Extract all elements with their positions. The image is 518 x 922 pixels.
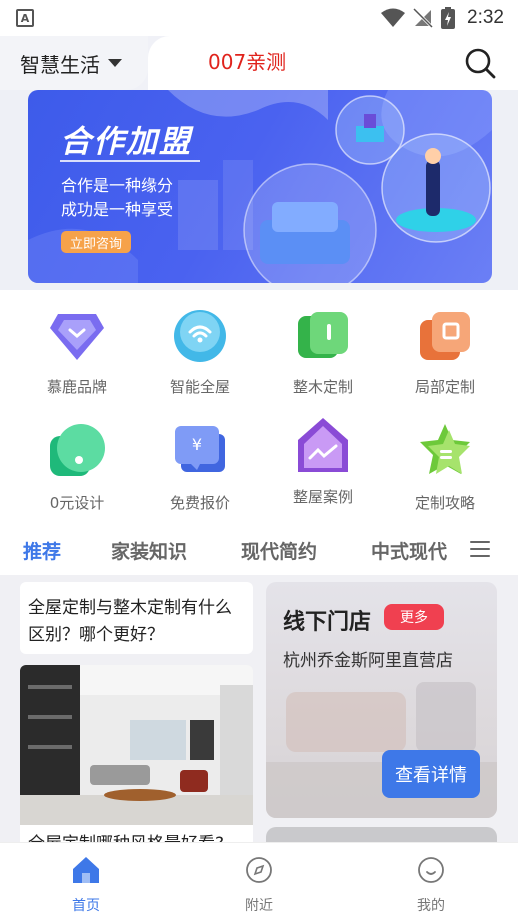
nav-mine[interactable]: 我的: [381, 855, 481, 915]
svg-text:¥: ¥: [192, 435, 202, 454]
header: 智慧生活 007亲测: [0, 36, 518, 90]
content-feed: 全屋定制与整木定制有什么区别？哪个更好？ 全屋定制哪种风格最好看? 线下门店 更…: [0, 575, 518, 845]
home-icon: [73, 857, 99, 883]
menu-bar: [470, 541, 490, 543]
tab-modern-minimal[interactable]: 现代简约: [241, 537, 317, 564]
banner-subtitle-1: 合作是一种缘分: [61, 176, 174, 195]
offline-store-card[interactable]: 线下门店 更多 杭州乔金斯阿里直营店 查看详情: [266, 582, 497, 818]
status-bar: A 2:32: [0, 0, 518, 36]
consult-button[interactable]: 立即咨询: [61, 231, 131, 253]
profile-icon: [418, 857, 444, 883]
grid-item-free-quote[interactable]: ¥ 免费报价: [145, 422, 255, 513]
nav-label: 附近: [245, 898, 273, 914]
location-label: 智慧生活: [20, 52, 100, 77]
notification-a-icon: A: [16, 9, 34, 27]
nav-nearby[interactable]: 附近: [209, 855, 309, 915]
case-icon: [294, 416, 352, 474]
compass-icon: [246, 857, 272, 883]
tab-decor-knowledge[interactable]: 家装知识: [111, 537, 187, 564]
store-title: 线下门店: [283, 610, 372, 635]
banner-area: 合作加盟 合作是一种缘分 成功是一种享受 立即咨询: [0, 90, 518, 290]
tab-chinese-modern[interactable]: 中式现代: [371, 537, 447, 564]
grid-item-smart-home[interactable]: 智能全屋: [145, 306, 255, 397]
status-time: 2:32: [467, 7, 504, 28]
caret-down-icon: [108, 59, 122, 67]
tab-recommend[interactable]: 推荐: [23, 537, 61, 564]
no-signal-icon: [413, 8, 434, 28]
wifi-icon: [171, 306, 229, 364]
view-details-button[interactable]: 查看详情: [382, 750, 480, 798]
bottom-nav: 首页 附近 我的: [0, 842, 518, 922]
wood-icon: [294, 306, 352, 364]
banner-divider: [60, 160, 200, 162]
category-grid: 慕鹿品牌 智能全屋 整木定制 局部定制 0元设计 ¥ 免费报价 整屋案例 定制攻…: [0, 290, 518, 518]
grid-label: 定制攻略: [414, 494, 475, 512]
menu-icon[interactable]: [470, 541, 490, 557]
category-tabs: 推荐 家装知识 现代简约 中式现代: [0, 525, 518, 575]
grid-label: 局部定制: [414, 378, 475, 396]
menu-bar: [470, 548, 490, 550]
grid-item-guide[interactable]: 定制攻略: [390, 422, 500, 513]
article-title-card[interactable]: 全屋定制与整木定制有什么区别？哪个更好？: [20, 582, 253, 654]
grid-label: 整木定制: [292, 378, 353, 396]
grid-label: 智能全屋: [169, 378, 230, 396]
banner-title: 合作加盟: [60, 124, 192, 160]
nav-label: 我的: [417, 898, 445, 914]
nav-home[interactable]: 首页: [36, 855, 136, 915]
status-right: 2:32: [381, 7, 504, 29]
grid-label: 整屋案例: [292, 488, 353, 506]
partial-icon: [416, 306, 474, 364]
design-icon: [48, 422, 106, 480]
grid-label: 0元设计: [49, 494, 105, 512]
grid-label: 慕鹿品牌: [46, 378, 107, 396]
banner[interactable]: 合作加盟 合作是一种缘分 成功是一种享受 立即咨询: [28, 90, 492, 283]
menu-bar: [470, 555, 490, 557]
grid-item-house-case[interactable]: 整屋案例: [268, 416, 378, 507]
grid-label: 免费报价: [169, 494, 230, 512]
header-title: 007亲测: [208, 50, 287, 74]
grid-item-wood-custom[interactable]: 整木定制: [268, 306, 378, 397]
nav-label: 首页: [72, 898, 100, 914]
store-name: 杭州乔金斯阿里直营店: [283, 651, 453, 671]
grid-item-partial-custom[interactable]: 局部定制: [390, 306, 500, 397]
guide-icon: [416, 422, 474, 480]
article-image[interactable]: [20, 665, 253, 825]
wifi-signal-icon: [381, 8, 406, 27]
status-left: A: [16, 9, 34, 27]
more-button[interactable]: 更多: [384, 604, 444, 630]
brand-icon: [48, 306, 106, 364]
grid-item-brand[interactable]: 慕鹿品牌: [22, 306, 132, 397]
header-main: 007亲测: [148, 36, 518, 90]
search-icon[interactable]: [464, 47, 496, 79]
location-selector[interactable]: 智慧生活: [0, 36, 148, 90]
banner-subtitle-2: 成功是一种享受: [61, 200, 174, 219]
quote-icon: ¥: [171, 422, 229, 480]
grid-item-free-design[interactable]: 0元设计: [22, 422, 132, 513]
battery-icon: [441, 7, 456, 29]
